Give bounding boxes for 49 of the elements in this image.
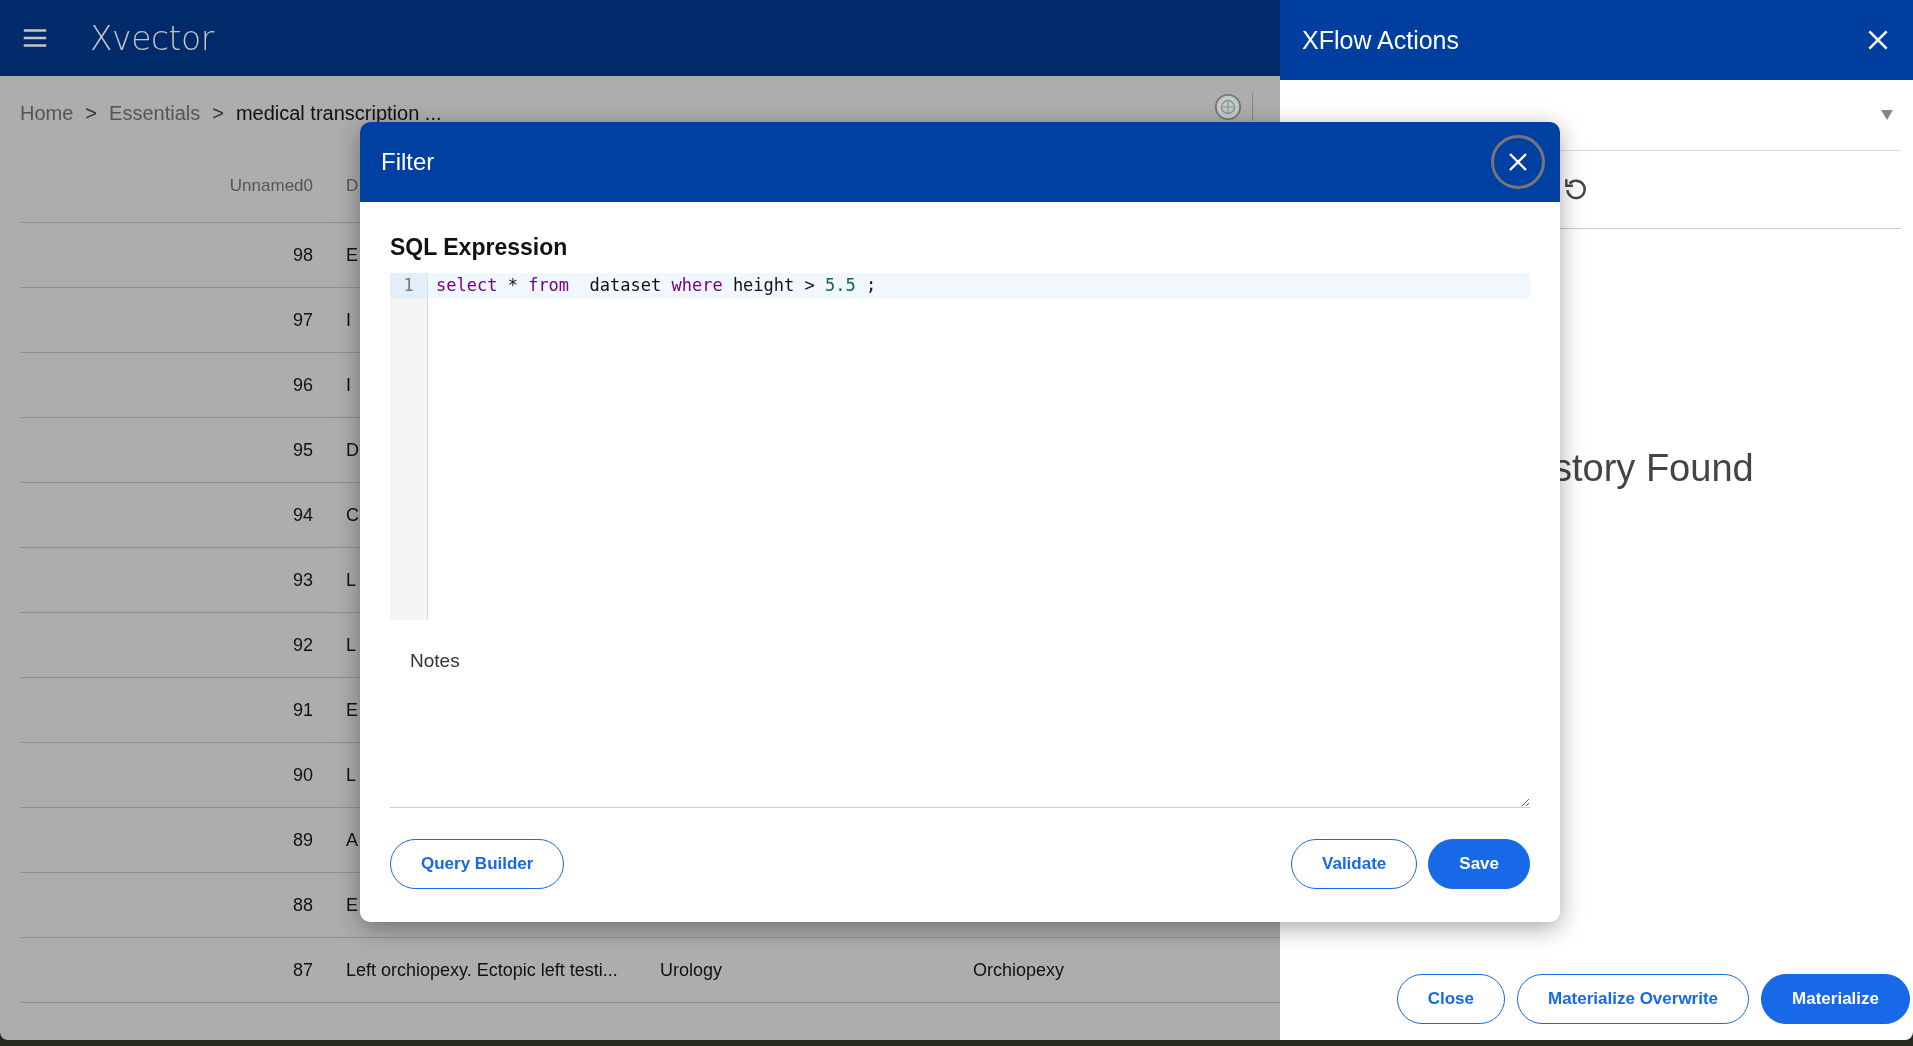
table-cell: 92 [292,634,313,655]
action-button[interactable]: Materialize Overwrite [1517,974,1750,1024]
table-cell: C [346,504,359,525]
close-button[interactable] [1491,135,1545,189]
app-logo: Xvector [90,18,214,58]
dialog-title: Filter [381,148,435,176]
table-cell: Urology [660,959,723,980]
breadcrumb-item[interactable]: Essentials [109,101,201,125]
table-cell: E [346,699,358,720]
table-cell: L [346,634,356,655]
table-cell: A [346,829,358,850]
caret-icon [1881,110,1893,120]
breadcrumb-item: medical transcription ... [235,101,442,125]
action-button[interactable]: Close [1396,974,1505,1024]
table-cell: 97 [292,309,313,330]
primary-button[interactable]: Save [1428,839,1530,889]
table-cell: 96 [292,374,313,395]
table-cell: 87 [292,959,313,980]
line-number: 1 [390,273,427,298]
panel-title: XFlow Actions [1302,25,1459,55]
action-button[interactable]: Validate [1291,839,1418,889]
table-cell: E [346,894,358,915]
globe-icon[interactable] [1214,93,1242,121]
table-cell: 90 [292,764,313,785]
table-cell: 88 [292,894,313,915]
column-header: D [346,176,359,195]
refresh-icon[interactable] [1562,176,1588,202]
table-cell: I [346,374,351,395]
breadcrumb-item[interactable]: Home [20,101,74,125]
table-cell: 91 [292,699,313,720]
table-cell: L [346,764,356,785]
table-cell: 89 [292,829,313,850]
breadcrumb-separator: > [212,101,224,125]
section-title: SQL Expression [390,234,569,261]
table-cell: Left orchiopexy. Ectopic left testi... [346,959,618,980]
table-cell: I [346,309,351,330]
table-cell: Orchiopexy [973,959,1065,980]
table-cell: 95 [292,439,313,460]
breadcrumb-separator: > [85,101,98,125]
table-cell: E [346,244,358,265]
table-cell: 94 [292,504,313,525]
code-editor[interactable]: select * from dataset where height > 5.5 ; [428,273,1530,620]
table-cell: L [346,569,356,590]
action-button[interactable]: Query Builder [390,839,565,889]
table-cell: 93 [292,569,313,590]
primary-button[interactable]: Materialize [1761,974,1910,1024]
table-cell: 98 [292,244,313,265]
column-header: Unnamed0 [229,176,313,195]
table-cell: D [346,439,359,460]
